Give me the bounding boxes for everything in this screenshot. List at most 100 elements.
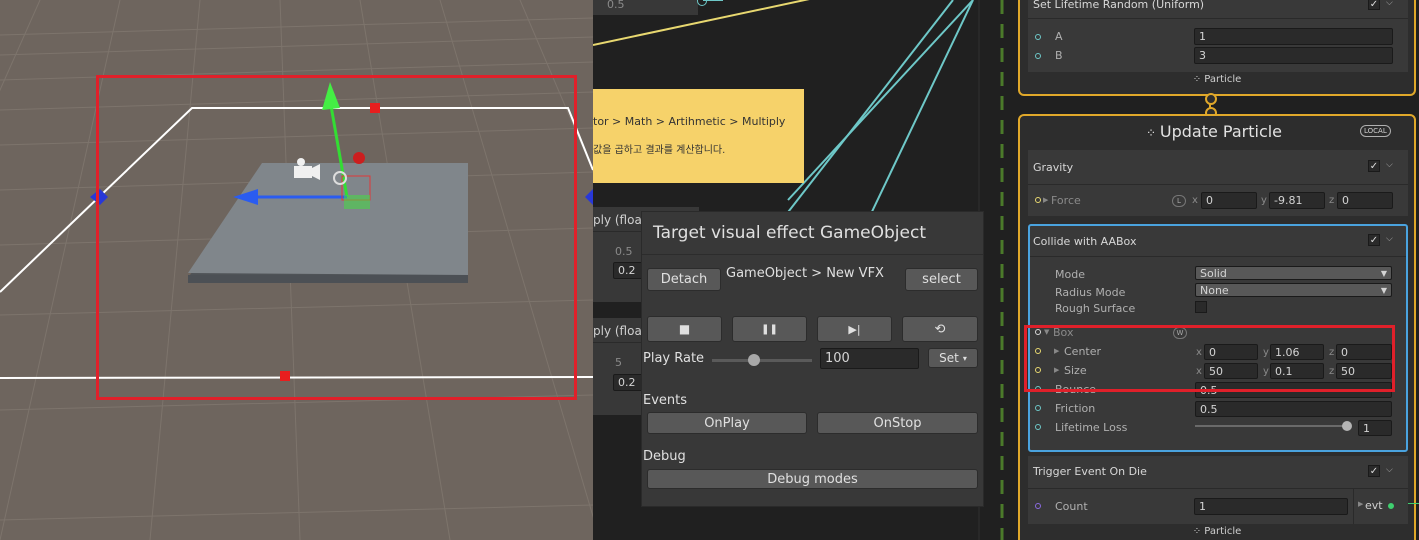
initialize-context[interactable]: Set Lifetime Random (Uniform) ✓ ⌵ A 1 B … — [1018, 0, 1416, 96]
set-lifetime-block[interactable]: Set Lifetime Random (Uniform) ✓ ⌵ A 1 B … — [1028, 0, 1408, 72]
output-divider — [1353, 489, 1354, 524]
force-y-input[interactable]: -9.81 — [1269, 192, 1325, 209]
friction-input-port[interactable] — [1035, 405, 1041, 411]
chevron-down-icon[interactable]: ⌵ — [1386, 234, 1393, 244]
particle-icon: ⁘ — [1192, 526, 1205, 537]
friction-input[interactable]: 0.5 — [1195, 401, 1392, 417]
sticky-line-2: 값을 곱하고 결과를 계산합니다. — [593, 145, 726, 156]
sticky-line-1: tor > Math > Artihmetic > Multiply — [593, 115, 786, 128]
rough-surface-label: Rough Surface — [1055, 302, 1136, 315]
detach-button[interactable]: Detach — [647, 268, 721, 291]
node-2-input[interactable]: 0.2 — [613, 374, 643, 391]
play-rate-slider-handle[interactable] — [748, 354, 760, 366]
vfx-graph-view[interactable]: 0.5 tor > Math > Artihmetic > Multiply 값… — [593, 0, 1419, 540]
param-a-input[interactable]: 1 — [1194, 28, 1393, 45]
target-path: GameObject > New VFX — [726, 266, 884, 281]
node-1-ghost-value: 0.5 — [615, 245, 633, 258]
panel-divider — [642, 254, 983, 255]
input-port-a[interactable] — [1035, 34, 1041, 40]
friction-label: Friction — [1055, 402, 1096, 415]
debug-modes-button[interactable]: Debug modes — [647, 469, 978, 489]
sticky-note[interactable]: tor > Math > Artihmetic > Multiply 값을 곱하… — [593, 89, 804, 183]
evt-output-port[interactable] — [1388, 503, 1394, 509]
set-lifetime-enable-checkbox[interactable]: ✓ — [1368, 0, 1380, 10]
fragment-value: 0.5 — [607, 0, 625, 11]
target-vfx-panel: Target visual effect GameObject Detach G… — [641, 211, 984, 507]
count-input[interactable]: 1 — [1194, 498, 1348, 515]
node-fragment-top[interactable]: 0.5 — [593, 0, 698, 15]
input-port-b[interactable] — [1035, 53, 1041, 59]
set-lifetime-title: Set Lifetime Random (Uniform) — [1033, 0, 1205, 11]
set-button[interactable]: Set ▾ — [928, 348, 978, 368]
chevron-down-icon[interactable]: ⌵ — [1386, 0, 1393, 8]
force-x-input[interactable]: 0 — [1201, 192, 1257, 209]
box-handle-right[interactable] — [585, 189, 593, 205]
onplay-button[interactable]: OnPlay — [647, 412, 807, 434]
force-label: Force — [1051, 194, 1081, 207]
mode-value: Solid — [1200, 266, 1227, 280]
collide-title: Collide with AABox — [1033, 235, 1137, 248]
update-footer: ⁘ Particle — [1020, 526, 1414, 537]
flow-out-port[interactable] — [1205, 93, 1217, 105]
param-b-input[interactable]: 3 — [1194, 47, 1393, 64]
stop-button[interactable]: ■ — [647, 316, 722, 342]
pause-button[interactable]: ❚❚ — [732, 316, 807, 342]
link-edge-2 — [787, 0, 974, 201]
mode-label: Mode — [1055, 268, 1085, 281]
step-icon: ▶| — [848, 322, 861, 336]
rough-surface-checkbox[interactable] — [1195, 301, 1207, 313]
expand-arrow-icon[interactable]: ▶ — [1358, 500, 1363, 508]
mode-dropdown[interactable]: Solid ▼ — [1195, 266, 1392, 280]
block-divider — [1028, 488, 1408, 489]
force-z-input[interactable]: 0 — [1337, 192, 1393, 209]
evt-edge — [1408, 503, 1419, 504]
init-footer: ⁘ Particle — [1020, 74, 1414, 85]
radius-mode-dropdown[interactable]: None ▼ — [1195, 283, 1392, 297]
param-a-label: A — [1055, 30, 1063, 43]
expand-arrow-icon[interactable]: ▶ — [1043, 196, 1048, 204]
play-rate-slider[interactable] — [712, 359, 812, 362]
restart-icon: ⟲ — [934, 321, 946, 337]
count-label: Count — [1055, 500, 1088, 513]
play-rate-input[interactable]: 100 — [820, 348, 919, 369]
lifetime-loss-input[interactable]: 1 — [1358, 420, 1392, 436]
update-particle-title: ⁘ Update Particle — [1146, 122, 1282, 141]
collide-enable-checkbox[interactable]: ✓ — [1368, 234, 1380, 246]
gravity-enable-checkbox[interactable]: ✓ — [1368, 160, 1380, 172]
chevron-down-icon: ▼ — [1380, 285, 1387, 295]
onstop-button[interactable]: OnStop — [817, 412, 978, 434]
update-title-label: Update Particle — [1159, 122, 1283, 141]
lifetime-loss-slider[interactable] — [1195, 425, 1347, 427]
block-divider — [1030, 256, 1406, 257]
lifetime-loss-input-port[interactable] — [1035, 424, 1041, 430]
radius-mode-value: None — [1200, 283, 1229, 297]
param-b-label: B — [1055, 49, 1063, 62]
highlight-box-properties — [1024, 325, 1395, 392]
trigger-title: Trigger Event On Die — [1033, 465, 1147, 478]
multiply-node-1-title: ply (float — [593, 213, 647, 227]
chevron-down-icon[interactable]: ⌵ — [1386, 465, 1393, 475]
radius-mode-label: Radius Mode — [1055, 286, 1126, 299]
chevron-down-icon[interactable]: ⌵ — [1386, 160, 1393, 170]
highlight-box-scene — [96, 75, 577, 400]
lifetime-loss-slider-handle[interactable] — [1342, 421, 1352, 431]
force-input-port[interactable] — [1035, 197, 1041, 203]
chevron-down-icon: ▾ — [962, 353, 967, 363]
lifetime-loss-label: Lifetime Loss — [1055, 421, 1128, 434]
scene-view[interactable] — [0, 0, 593, 540]
count-input-port[interactable] — [1035, 503, 1041, 509]
restart-button[interactable]: ⟲ — [902, 316, 978, 342]
block-divider — [1028, 184, 1408, 185]
local-badge: LOCAL — [1360, 125, 1391, 137]
node-1-input[interactable]: 0.2 — [613, 262, 643, 279]
pause-icon: ❚❚ — [761, 323, 778, 335]
init-footer-label: Particle — [1204, 74, 1242, 85]
space-toggle-local[interactable]: L — [1172, 195, 1186, 207]
trigger-event-block[interactable]: Trigger Event On Die ✓ ⌵ Count 1 ▶ evt — [1028, 456, 1408, 524]
gravity-block[interactable]: Gravity ✓ ⌵ ▶ Force L x 0 y -9.81 z 0 — [1028, 150, 1408, 216]
chevron-down-icon: ▼ — [1380, 268, 1387, 278]
trigger-enable-checkbox[interactable]: ✓ — [1368, 465, 1380, 477]
step-button[interactable]: ▶| — [817, 316, 892, 342]
update-footer-label: Particle — [1204, 526, 1242, 537]
select-button[interactable]: select — [905, 268, 978, 291]
